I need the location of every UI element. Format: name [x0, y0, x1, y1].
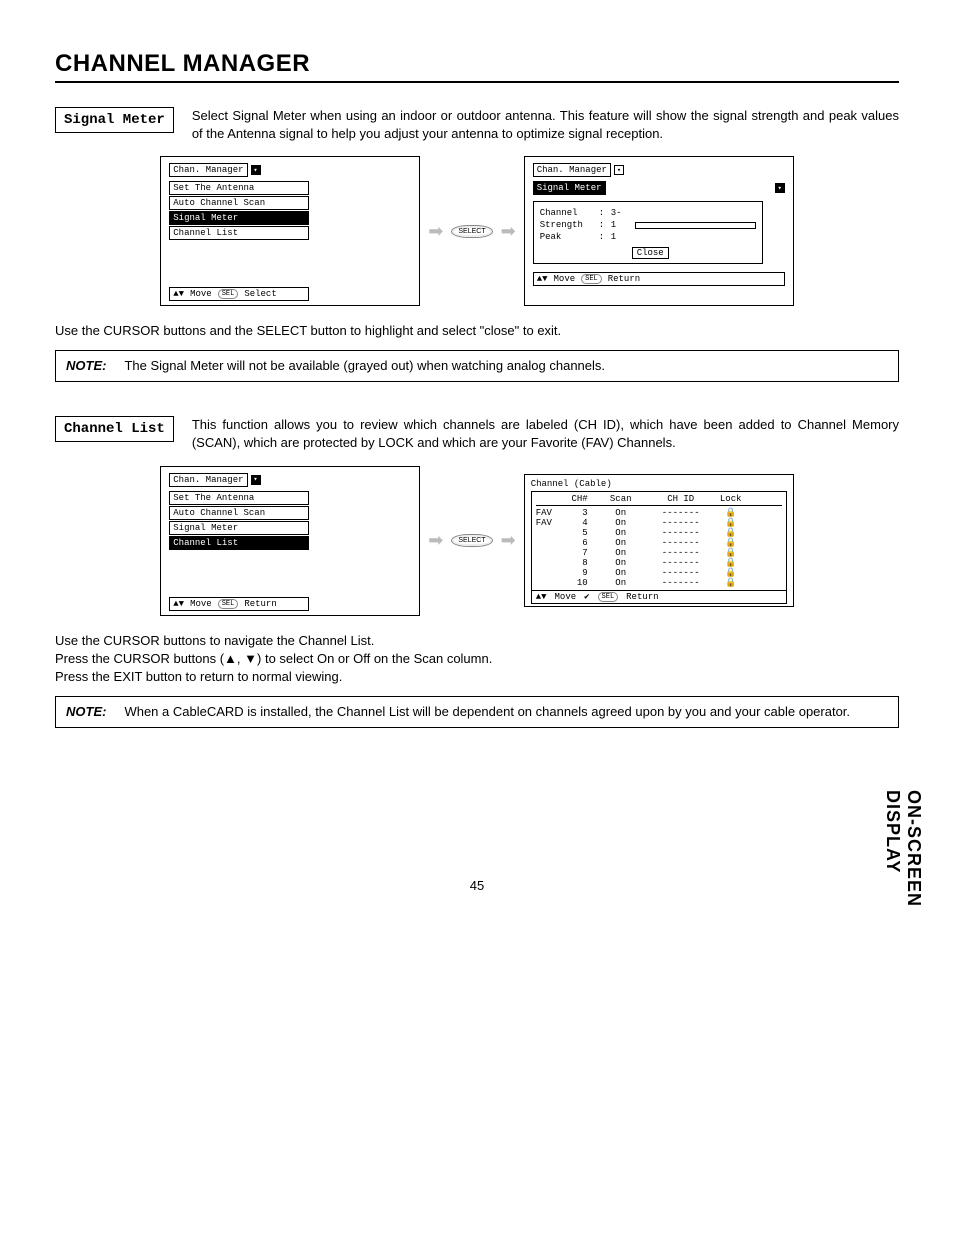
check-icon: ✔: [584, 592, 589, 602]
footer-action: Return: [626, 592, 658, 602]
table-row[interactable]: 9On-------🔒: [536, 568, 782, 578]
menu-item[interactable]: Auto Channel Scan: [169, 506, 309, 520]
menu-item[interactable]: Signal Meter: [169, 521, 309, 535]
channel-list-desc: This function allows you to review which…: [192, 416, 899, 451]
menu-item[interactable]: Signal Meter▸: [169, 211, 309, 225]
osd-panel-detail: Chan. Manager ▾ Signal Meter ▾ Channel:3…: [524, 156, 794, 306]
arrow-right-icon: ➡: [428, 530, 443, 551]
menu-item[interactable]: Channel List: [169, 226, 309, 240]
note-box: NOTE: When a CableCARD is installed, the…: [55, 696, 899, 728]
lock-icon: 🔒: [716, 568, 746, 578]
cl-head-lock: Lock: [716, 494, 746, 504]
osd-title: Chan. Manager: [169, 473, 247, 487]
lock-icon: 🔒: [716, 538, 746, 548]
detail-row: Peak:1: [540, 232, 756, 242]
lock-icon: 🔒: [716, 578, 746, 588]
table-row[interactable]: 8On-------🔒: [536, 558, 782, 568]
arrow-flow: ➡ SELECT ➡: [428, 221, 515, 242]
arrow-flow: ➡ SELECT ➡: [428, 530, 515, 551]
signal-meter-desc: Select Signal Meter when using an indoor…: [192, 107, 899, 142]
osd-title: Chan. Manager: [533, 163, 611, 177]
dropdown-icon: ▾: [251, 475, 261, 485]
signal-meter-instr: Use the CURSOR buttons and the SELECT bu…: [55, 322, 899, 340]
cl-instr-2: Press the CURSOR buttons (▲, ▼) to selec…: [55, 650, 899, 668]
cl-instr-3: Press the EXIT button to return to norma…: [55, 668, 899, 686]
footer-move: Move: [190, 599, 212, 609]
table-row[interactable]: 5On-------🔒: [536, 528, 782, 538]
close-button[interactable]: Close: [632, 247, 669, 259]
lock-icon: 🔒: [716, 548, 746, 558]
footer-move: Move: [554, 274, 576, 284]
arrow-right-icon: ➡: [501, 530, 516, 551]
signal-meter-label: Signal Meter: [55, 107, 174, 133]
arrow-right-icon: ➡: [428, 221, 443, 242]
footer-move: Move: [190, 289, 212, 299]
cl-instr-1: Use the CURSOR buttons to navigate the C…: [55, 632, 899, 650]
note-text: When a CableCARD is installed, the Chann…: [124, 703, 888, 721]
table-row[interactable]: 10On-------🔒: [536, 578, 782, 588]
footer-move: Move: [555, 592, 577, 602]
sel-pill: SEL: [581, 274, 602, 284]
cl-footer: ▲▼ Move ✔ SEL Return: [531, 591, 787, 604]
lock-icon: 🔒: [716, 558, 746, 568]
menu-item[interactable]: Set The Antenna: [169, 491, 309, 505]
sel-pill: SEL: [218, 599, 239, 609]
table-row[interactable]: FAV4On-------🔒: [536, 518, 782, 528]
side-tab: ON-SCREEN DISPLAY: [882, 790, 924, 933]
footer-action: Return: [244, 599, 276, 609]
note-text: The Signal Meter will not be available (…: [124, 357, 605, 375]
note-box: NOTE: The Signal Meter will not be avail…: [55, 350, 899, 382]
cl-title: Channel (Cable): [531, 479, 787, 489]
page-number: 45: [55, 878, 899, 893]
cl-header-row: CH# Scan CH ID Lock: [536, 494, 782, 506]
detail-row: Channel:3-: [540, 208, 756, 218]
osd-panel-menu: Chan. Manager ▾ Set The AntennaAuto Chan…: [160, 156, 420, 306]
lock-icon: 🔒: [716, 518, 746, 528]
menu-item[interactable]: Channel List▸: [169, 536, 309, 550]
arrow-right-icon: ➡: [501, 221, 516, 242]
osd-subtitle: Signal Meter: [533, 181, 606, 195]
updown-icon: ▲▼: [173, 289, 184, 299]
page-title: CHANNEL MANAGER: [55, 50, 899, 83]
lock-icon: 🔒: [716, 528, 746, 538]
dropdown-icon: ▾: [251, 165, 261, 175]
footer-action: Select: [244, 289, 276, 299]
updown-icon: ▲▼: [536, 592, 547, 602]
dropdown-icon: ▾: [775, 183, 785, 193]
table-row[interactable]: FAV3On-------🔒: [536, 508, 782, 518]
footer-action: Return: [608, 274, 640, 284]
osd-title: Chan. Manager: [169, 163, 247, 177]
osd-panel-menu: Chan. Manager ▾ Set The AntennaAuto Chan…: [160, 466, 420, 616]
osd-footer: ▲▼ Move SEL Select: [169, 287, 309, 301]
sel-pill: SEL: [598, 592, 619, 602]
menu-item[interactable]: Set The Antenna: [169, 181, 309, 195]
osd-footer: ▲▼ Move SEL Return: [533, 272, 785, 286]
select-button: SELECT: [451, 225, 492, 238]
lock-icon: 🔒: [716, 508, 746, 518]
table-row[interactable]: 6On-------🔒: [536, 538, 782, 548]
cl-head-id: CH ID: [646, 494, 716, 504]
signal-detail-box: Channel:3- Strength:1 Peak:1 Close: [533, 201, 763, 264]
select-button: SELECT: [451, 534, 492, 547]
detail-row: Strength:1: [540, 220, 756, 230]
note-label: NOTE:: [66, 357, 106, 375]
dropdown-icon: ▾: [614, 165, 624, 175]
cl-head-scan: Scan: [596, 494, 646, 504]
updown-icon: ▲▼: [537, 274, 548, 284]
updown-icon: ▲▼: [173, 599, 184, 609]
channel-list-panel: Channel (Cable) CH# Scan CH ID Lock FAV3…: [524, 474, 794, 607]
osd-footer: ▲▼ Move SEL Return: [169, 597, 309, 611]
note-label: NOTE:: [66, 703, 106, 721]
sel-pill: SEL: [218, 289, 239, 299]
menu-item[interactable]: Auto Channel Scan: [169, 196, 309, 210]
cl-head-ch: CH#: [566, 494, 596, 504]
table-row[interactable]: 7On-------🔒: [536, 548, 782, 558]
channel-list-label: Channel List: [55, 416, 174, 442]
